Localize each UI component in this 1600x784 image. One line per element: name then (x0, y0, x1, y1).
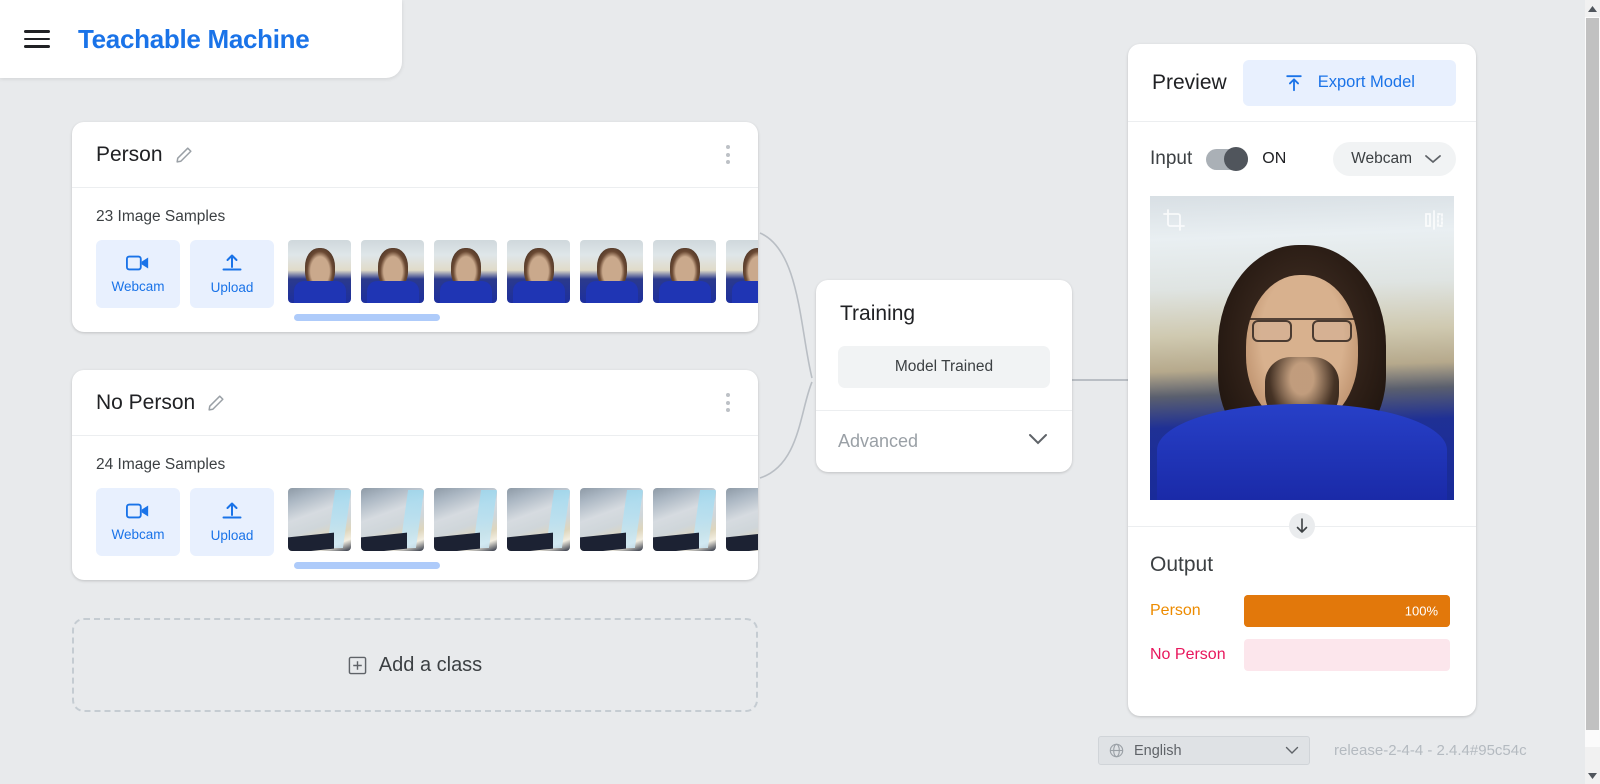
training-panel: Training Model Trained Advanced (816, 280, 1072, 472)
webcam-subject-shirt (1157, 404, 1447, 500)
webcam-button[interactable]: Webcam (96, 240, 180, 308)
advanced-label: Advanced (838, 431, 918, 452)
upload-arrow-icon (1284, 73, 1304, 93)
hamburger-icon[interactable] (24, 30, 50, 48)
page-scrollbar[interactable] (1585, 0, 1600, 784)
training-title: Training (840, 302, 1048, 326)
class-options-menu[interactable] (720, 387, 736, 418)
preview-header: Preview Export Model (1128, 44, 1476, 122)
scrollbar-thumb[interactable] (1586, 18, 1599, 730)
chevron-down-icon (1285, 743, 1299, 759)
plus-square-icon (348, 656, 367, 675)
sample-thumbnail[interactable] (507, 240, 570, 303)
webcam-button-label: Webcam (111, 279, 164, 294)
webcam-subject-glasses (1250, 318, 1354, 342)
output-percent-label: 100% (1405, 604, 1438, 619)
advanced-section-toggle[interactable]: Advanced (816, 410, 1072, 472)
preview-panel: Preview Export Model Input ON Webcam (1128, 44, 1476, 716)
sample-thumbnail[interactable] (361, 488, 424, 551)
sample-count-label: 24 Image Samples (96, 456, 758, 474)
toggle-state-label: ON (1262, 150, 1286, 168)
sample-thumbnail[interactable] (434, 488, 497, 551)
samples-scrollbar[interactable] (294, 314, 440, 321)
video-camera-icon (126, 254, 150, 272)
training-header: Training (816, 280, 1072, 326)
input-label: Input (1150, 148, 1192, 170)
sample-thumbnail[interactable] (580, 488, 643, 551)
sample-thumbnail[interactable] (653, 240, 716, 303)
scroll-down-arrow-icon[interactable] (1585, 767, 1600, 784)
sample-thumbnail[interactable] (580, 240, 643, 303)
export-model-button[interactable]: Export Model (1243, 60, 1456, 106)
language-value: English (1134, 743, 1182, 759)
sample-thumbnail[interactable] (726, 240, 758, 303)
class-card-no-person: No Person 24 Image Samples Webcam (72, 370, 758, 580)
upload-button-label: Upload (211, 280, 254, 295)
edit-pencil-icon[interactable] (174, 145, 194, 165)
sample-thumbnail[interactable] (288, 488, 351, 551)
class-card-header: Person (72, 122, 758, 188)
language-select[interactable]: English (1098, 736, 1310, 765)
mirror-flip-icon[interactable] (1422, 208, 1446, 237)
sample-thumbnails (288, 240, 758, 303)
upload-button-label: Upload (211, 528, 254, 543)
input-source-select[interactable]: Webcam (1333, 142, 1456, 176)
class-name-label: Person (96, 143, 163, 167)
scroll-up-arrow-icon[interactable] (1585, 0, 1600, 17)
sample-thumbnail[interactable] (507, 488, 570, 551)
app-root: Teachable Machine Person 23 Image Sample… (0, 0, 1600, 784)
class-card-body: 24 Image Samples Webcam Upload (72, 436, 758, 569)
input-row: Input ON Webcam (1128, 122, 1476, 196)
chevron-down-icon (1026, 431, 1050, 452)
class-card-person: Person 23 Image Samples Webcam (72, 122, 758, 332)
sample-thumbnail[interactable] (361, 240, 424, 303)
webcam-preview[interactable] (1150, 196, 1454, 500)
app-header: Teachable Machine (0, 0, 402, 78)
upload-arrow-icon (221, 253, 243, 273)
release-version-label: release-2-4-4 - 2.4.4#95c54c (1334, 742, 1527, 759)
add-class-label: Add a class (379, 654, 482, 677)
webcam-button[interactable]: Webcam (96, 488, 180, 556)
output-row: No Person (1150, 639, 1450, 671)
sample-thumbnail[interactable] (434, 240, 497, 303)
input-source-value: Webcam (1351, 150, 1412, 168)
train-model-button[interactable]: Model Trained (838, 346, 1050, 388)
sample-thumbnail[interactable] (653, 488, 716, 551)
class-card-body: 23 Image Samples Webcam Upload (72, 188, 758, 321)
sample-thumbnails (288, 488, 758, 551)
edit-pencil-icon[interactable] (206, 393, 226, 413)
sample-thumbnail[interactable] (726, 488, 758, 551)
upload-arrow-icon (221, 501, 243, 521)
export-model-label: Export Model (1318, 73, 1415, 92)
app-title: Teachable Machine (78, 24, 309, 55)
class-card-header: No Person (72, 370, 758, 436)
flow-divider (1128, 526, 1476, 527)
video-camera-icon (126, 502, 150, 520)
globe-icon (1109, 743, 1124, 758)
add-class-button[interactable]: Add a class (72, 618, 758, 712)
output-confidence-bar (1244, 639, 1450, 671)
output-rows: Person 100% No Person (1128, 577, 1476, 671)
samples-row: Webcam Upload (96, 240, 758, 308)
output-class-label: No Person (1150, 645, 1230, 665)
crop-icon[interactable] (1162, 208, 1186, 237)
class-options-menu[interactable] (720, 139, 736, 170)
input-toggle[interactable] (1206, 149, 1248, 170)
arrow-down-icon (1289, 513, 1315, 539)
chevron-down-icon (1424, 153, 1442, 165)
upload-button[interactable]: Upload (190, 240, 274, 308)
preview-title: Preview (1152, 71, 1227, 95)
output-row: Person 100% (1150, 595, 1450, 627)
output-class-label: Person (1150, 601, 1230, 621)
sample-count-label: 23 Image Samples (96, 208, 758, 226)
webcam-button-label: Webcam (111, 527, 164, 542)
samples-row: Webcam Upload (96, 488, 758, 556)
output-confidence-bar: 100% (1244, 595, 1450, 627)
sample-thumbnail[interactable] (288, 240, 351, 303)
page-footer: English release-2-4-4 - 2.4.4#95c54c (1098, 736, 1527, 765)
samples-scrollbar[interactable] (294, 562, 440, 569)
upload-button[interactable]: Upload (190, 488, 274, 556)
class-name-label: No Person (96, 391, 195, 415)
